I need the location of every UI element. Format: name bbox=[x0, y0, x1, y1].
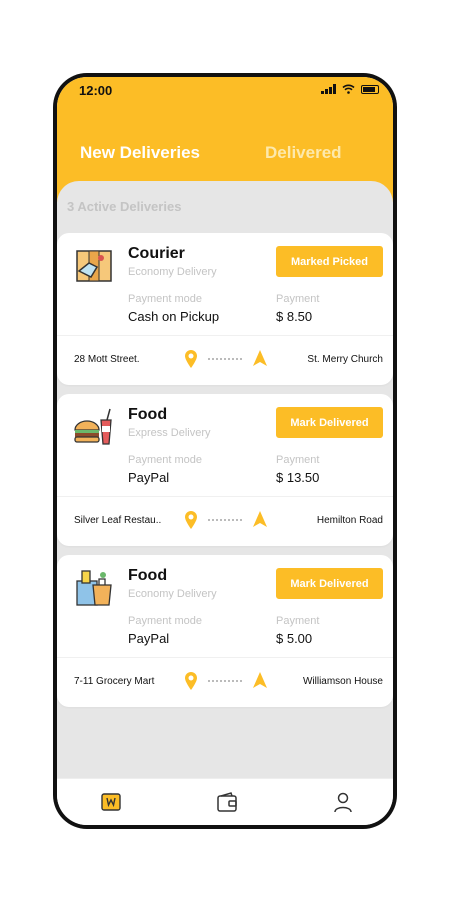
route-to: St. Merry Church bbox=[307, 354, 383, 365]
payment-mode-value: PayPal bbox=[128, 631, 170, 646]
route-from: Silver Leaf Restau.. bbox=[74, 515, 162, 526]
signal-icon bbox=[321, 84, 336, 94]
deliveries-panel: 3 Active Deliveries Courier Economy Deli… bbox=[57, 181, 393, 781]
payment-label: Payment bbox=[276, 454, 320, 466]
payment-mode-label: Payment mode bbox=[128, 615, 202, 627]
payment-label: Payment bbox=[276, 615, 320, 627]
delivery-card: Courier Economy Delivery Marked Picked P… bbox=[57, 233, 393, 385]
status-icons bbox=[321, 84, 379, 94]
wifi-icon bbox=[342, 84, 355, 94]
courier-package-icon bbox=[76, 250, 112, 282]
battery-icon bbox=[361, 84, 379, 94]
deliveries-icon[interactable] bbox=[100, 791, 122, 813]
profile-icon[interactable] bbox=[332, 791, 354, 813]
navigation-arrow-icon bbox=[253, 672, 267, 688]
payment-value: $ 13.50 bbox=[276, 470, 320, 485]
card-title: Food bbox=[128, 567, 168, 584]
status-bar: 12:00 bbox=[57, 77, 393, 101]
payment-value: $ 5.00 bbox=[276, 631, 313, 646]
bottom-nav bbox=[57, 778, 393, 825]
payment-label: Payment bbox=[276, 293, 320, 305]
payment-mode-value: PayPal bbox=[128, 470, 170, 485]
section-title: 3 Active Deliveries bbox=[67, 199, 182, 214]
route-from: 7-11 Grocery Mart bbox=[74, 676, 155, 687]
grocery-bag-icon bbox=[76, 570, 112, 606]
card-subtitle: Economy Delivery bbox=[128, 266, 217, 278]
burger-drink-icon bbox=[74, 408, 112, 445]
tab-delivered[interactable]: Delivered bbox=[265, 143, 342, 163]
card-subtitle: Economy Delivery bbox=[128, 588, 217, 600]
mark-delivered-button[interactable]: Mark Delivered bbox=[276, 568, 383, 599]
route-dots bbox=[208, 519, 242, 521]
route-dots bbox=[208, 358, 242, 360]
route-to: Hemilton Road bbox=[316, 515, 383, 526]
payment-mode-label: Payment mode bbox=[128, 293, 202, 305]
payment-value: $ 8.50 bbox=[276, 309, 313, 324]
delivery-card: Food Express Delivery Mark Delivered Pay… bbox=[57, 394, 393, 546]
payment-mode-label: Payment mode bbox=[128, 454, 202, 466]
wallet-icon[interactable] bbox=[216, 791, 238, 813]
card-subtitle: Express Delivery bbox=[128, 427, 211, 439]
location-pin-icon bbox=[185, 350, 197, 368]
route-row: Silver Leaf Restau.. Hemilton Road bbox=[57, 496, 393, 543]
payment-mode-value: Cash on Pickup bbox=[128, 309, 220, 324]
marked-picked-button[interactable]: Marked Picked bbox=[276, 246, 383, 277]
navigation-arrow-icon bbox=[253, 511, 267, 527]
status-time: 12:00 bbox=[79, 83, 113, 98]
route-row: 7-11 Grocery Mart Williamson House bbox=[57, 657, 393, 704]
card-title: Food bbox=[128, 406, 168, 423]
screen: 12:00 New Deliveries Delivered 3 Active … bbox=[57, 77, 393, 825]
tab-new-deliveries[interactable]: New Deliveries bbox=[80, 143, 200, 163]
location-pin-icon bbox=[185, 672, 197, 690]
card-title: Courier bbox=[128, 245, 185, 262]
delivery-card: Food Economy Delivery Mark Delivered Pay… bbox=[57, 555, 393, 707]
navigation-arrow-icon bbox=[253, 350, 267, 366]
route-dots bbox=[208, 680, 242, 682]
route-to: Williamson House bbox=[302, 676, 383, 687]
location-pin-icon bbox=[185, 511, 197, 529]
route-row: 28 Mott Street. St. Merry Church bbox=[57, 335, 393, 382]
phone-frame: 12:00 New Deliveries Delivered 3 Active … bbox=[53, 73, 397, 829]
mark-delivered-button[interactable]: Mark Delivered bbox=[276, 407, 383, 438]
route-from: 28 Mott Street. bbox=[74, 354, 140, 365]
